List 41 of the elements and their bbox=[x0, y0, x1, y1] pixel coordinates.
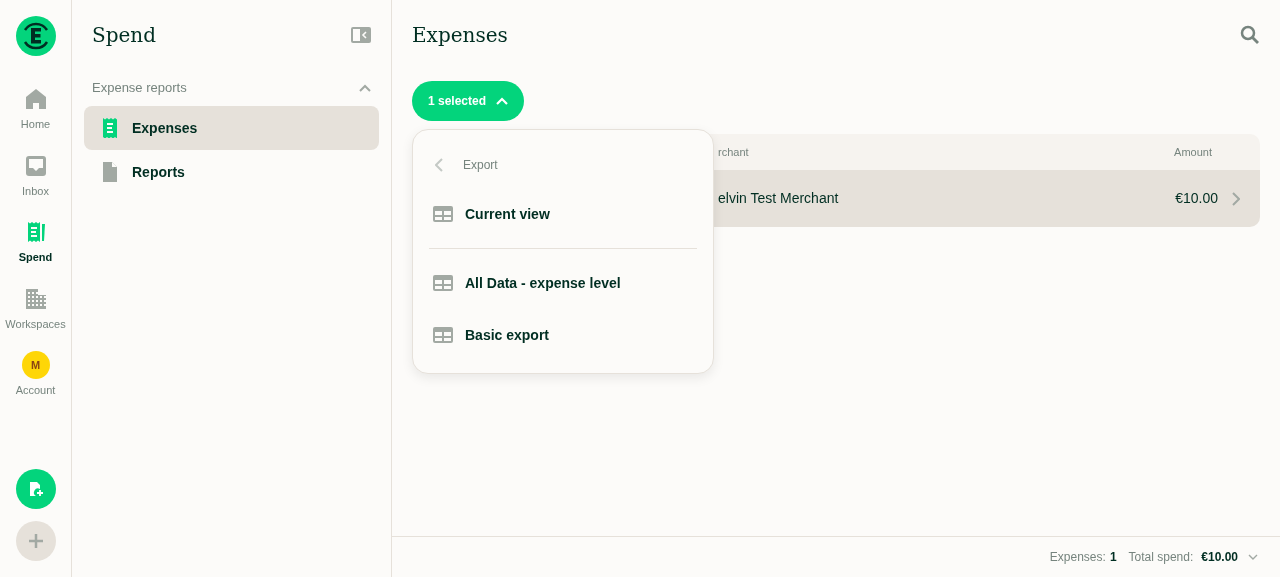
page-title: Expenses bbox=[412, 22, 508, 49]
add-button[interactable] bbox=[15, 521, 56, 561]
nav-item[interactable]: Workspaces bbox=[0, 285, 71, 332]
total-spend: €10.00 bbox=[1201, 549, 1238, 566]
table-cell-text: €10.00 bbox=[1175, 189, 1218, 208]
avatar: M bbox=[21, 351, 50, 379]
chevron-icon[interactable] bbox=[359, 84, 371, 92]
nav-item[interactable]: Inbox bbox=[0, 152, 71, 199]
menu-item[interactable]: Basic export bbox=[413, 309, 713, 361]
chevron-left-icon bbox=[435, 158, 443, 172]
search-icon[interactable] bbox=[1240, 25, 1260, 45]
collapse-sidebar-icon[interactable] bbox=[351, 27, 371, 43]
chevron-right-icon bbox=[1232, 191, 1240, 206]
sidebar-item[interactable]: Expenses bbox=[84, 106, 379, 150]
sidebar-item[interactable]: Reports bbox=[84, 150, 379, 194]
receipt-icon bbox=[102, 118, 118, 138]
nav-item[interactable]: Spend bbox=[0, 219, 71, 266]
table-icon bbox=[433, 206, 453, 222]
home-icon bbox=[24, 88, 47, 110]
table-icon bbox=[433, 327, 453, 343]
chevron-up-icon bbox=[496, 97, 509, 105]
table-icon bbox=[433, 275, 453, 291]
nav-item[interactable]: M Account bbox=[0, 352, 71, 399]
plus-icon bbox=[27, 533, 44, 549]
chevron-down-icon[interactable] bbox=[1248, 554, 1258, 560]
expenses-count-label: Expenses: bbox=[1049, 549, 1106, 566]
logo-icon[interactable] bbox=[15, 16, 56, 56]
building-icon bbox=[24, 287, 47, 310]
receipt-plus-icon bbox=[27, 481, 44, 497]
section-label: Expense reports bbox=[92, 79, 187, 98]
table-cell-text: elvin Test Merchant bbox=[718, 189, 840, 208]
total-spend-label: Total spend: bbox=[1128, 549, 1194, 566]
expenses-count: 1 bbox=[1109, 549, 1117, 566]
inbox-icon bbox=[24, 154, 47, 177]
document-icon bbox=[102, 162, 118, 182]
new-expense-button[interactable] bbox=[15, 469, 56, 509]
column-header: rchant bbox=[718, 144, 750, 160]
nav-item[interactable]: Home bbox=[0, 86, 71, 133]
sidebar-title: Spend bbox=[92, 22, 157, 49]
column-header: Amount bbox=[1174, 144, 1212, 160]
menu-item[interactable]: All Data - expense level bbox=[413, 257, 713, 309]
